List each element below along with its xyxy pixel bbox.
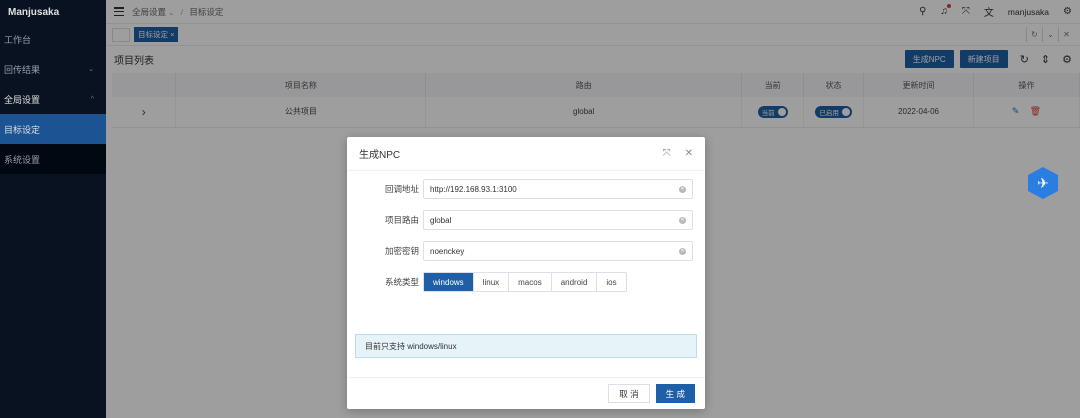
form-row-os: 系统类型 windows linux macos android ios bbox=[347, 272, 627, 292]
os-type-selector: windows linux macos android ios bbox=[423, 272, 627, 292]
form-row-route: 项目路由 global ✕ bbox=[347, 210, 693, 230]
dialog-title: 生成NPC bbox=[359, 150, 401, 161]
os-option-macos[interactable]: macos bbox=[509, 273, 552, 291]
support-notice: 目前只支持 windows/linux bbox=[355, 334, 697, 358]
clear-icon[interactable]: ✕ bbox=[679, 185, 686, 193]
clear-icon[interactable]: ✕ bbox=[679, 247, 686, 255]
field-label: 项目路由 bbox=[384, 215, 419, 225]
os-option-windows[interactable]: windows bbox=[424, 273, 474, 291]
os-option-ios[interactable]: ios bbox=[597, 273, 625, 291]
form-row-callback: 回调地址 http://192.168.93.1:3100 ✕ bbox=[347, 179, 693, 199]
close-icon[interactable]: ✕ bbox=[685, 148, 693, 159]
dialog-footer: 取 消 生 成 bbox=[347, 377, 705, 409]
generate-button[interactable]: 生 成 bbox=[655, 384, 695, 403]
cancel-button[interactable]: 取 消 bbox=[608, 384, 650, 403]
input-value: http://192.168.93.1:3100 bbox=[430, 184, 517, 194]
input-value: global bbox=[430, 215, 452, 225]
project-route-input[interactable]: global ✕ bbox=[423, 210, 693, 230]
input-value: noenckey bbox=[430, 246, 465, 256]
field-label: 加密密钥 bbox=[384, 246, 419, 256]
field-label: 回调地址 bbox=[384, 184, 419, 194]
callback-url-input[interactable]: http://192.168.93.1:3100 ✕ bbox=[423, 179, 693, 199]
modal-mask-sidebar bbox=[0, 0, 106, 418]
os-option-linux[interactable]: linux bbox=[474, 273, 510, 291]
dialog-header-icons: ⤧ ✕ bbox=[663, 148, 693, 159]
os-option-android[interactable]: android bbox=[552, 273, 598, 291]
fullscreen-icon[interactable]: ⤧ bbox=[663, 148, 671, 159]
encryption-key-input[interactable]: noenckey ✕ bbox=[423, 241, 693, 261]
clear-icon[interactable]: ✕ bbox=[679, 216, 686, 224]
field-label: 系统类型 bbox=[384, 277, 419, 287]
dialog-header: 生成NPC ⤧ ✕ bbox=[347, 137, 705, 171]
form-row-key: 加密密钥 noenckey ✕ bbox=[347, 241, 693, 261]
generate-npc-dialog: 生成NPC ⤧ ✕ 回调地址 http://192.168.93.1:3100 … bbox=[347, 137, 705, 409]
